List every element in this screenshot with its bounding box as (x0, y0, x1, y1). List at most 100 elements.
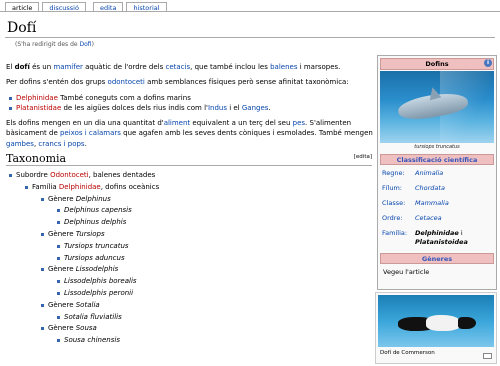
link-platanistidae[interactable]: Platanistidae (16, 104, 61, 112)
taxonomy-row: Lissodelphis borealis (6, 276, 366, 288)
bullet-icon (57, 256, 60, 260)
link-odontoceti[interactable]: odontoceti (108, 78, 145, 86)
taxonomy-row: Subordre Odontoceti, balenes dentades (6, 170, 366, 182)
taxonomy-row: Família Delphinidae, dofins oceànics (6, 182, 366, 194)
link-cetacis[interactable]: cetacis (166, 63, 191, 71)
taxon-link[interactable]: Odontoceti (50, 171, 89, 179)
tab-discussion[interactable]: discussió (42, 2, 86, 12)
row-label[interactable]: Classe: (382, 199, 405, 207)
taxon-name: Lissodelphis (75, 265, 119, 274)
row-value: Delphinidae i Platanistoidea (415, 229, 468, 246)
taxonomy-text: Delphinus delphis (64, 217, 126, 228)
taxonomy-text: Gènere Lissodelphis (48, 265, 119, 274)
link-pes[interactable]: pes (293, 119, 305, 127)
bullet-icon (25, 185, 28, 189)
info-icon[interactable]: i (484, 59, 492, 67)
genera-text: Vegeu l'article (383, 268, 430, 276)
tab-edit[interactable]: edita (92, 2, 124, 12)
row-label[interactable]: Família: (382, 229, 407, 237)
magnify-icon[interactable] (483, 353, 492, 359)
taxon-name: Sotalia fluviatilis (64, 312, 122, 321)
content-area: Dofí (S'ha redirigit des de Dofi) (5, 12, 500, 48)
redirect-link[interactable]: Dofi (80, 41, 92, 48)
link-gambes[interactable]: gambes (6, 140, 34, 148)
infobox-row-familia: Família: Delphinidae i Platanistoidea (378, 225, 496, 251)
link-peixos-calamars[interactable]: peixos i calamars (60, 129, 121, 137)
taxon-name: Delphinus delphis (64, 218, 127, 227)
row-label[interactable]: Ordre: (382, 214, 403, 222)
link-indus[interactable]: Indus (208, 104, 227, 112)
infobox-title: Dofins (380, 58, 494, 70)
link-crancs-pops[interactable]: crancs i pops (38, 140, 84, 148)
taxonomy-row: Gènere Sotalia (6, 300, 366, 312)
taxonomy-row: Delphinus capensis (6, 205, 366, 217)
taxonomy-row: Delphinus delphis (6, 217, 366, 229)
taxonomy-row: Tursiops aduncus (6, 253, 366, 265)
taxon-name: Lissodelphis peronii (64, 288, 134, 297)
bullet-icon (57, 209, 60, 213)
taxonomy-row: Sotalia fluviatilis (6, 312, 366, 324)
link-balenes[interactable]: balenes (270, 63, 297, 71)
link-ganges[interactable]: Ganges (242, 104, 269, 112)
taxon-name: Sousa chinensis (64, 336, 120, 345)
bullet-icon (57, 280, 60, 284)
bullet-icon (41, 327, 44, 331)
infobox-row-classe: Classe: Mammalia (378, 195, 496, 210)
redirect-note: (S'ha redirigit des de Dofi) (15, 41, 500, 48)
taxon-name: Lissodelphis borealis (64, 277, 137, 286)
link-mamifer[interactable]: mamífer (53, 63, 83, 71)
taxonomy-text: Lissodelphis borealis (64, 276, 137, 287)
photo-caption: tursiops truncatus (414, 144, 460, 150)
row-value[interactable]: Chordata (415, 184, 445, 192)
taxonomy-text: Lissodelphis peronii (64, 288, 133, 299)
porpoise-body-shape (426, 315, 462, 331)
taxonomy-row: Tursiops truncatus (6, 241, 366, 253)
row-value[interactable]: Mammalia (415, 199, 449, 207)
link-delphinidae[interactable]: Delphinidae (16, 94, 58, 102)
tab-article[interactable]: article (5, 2, 40, 12)
row-value[interactable]: Animalia (415, 169, 443, 177)
row-label[interactable]: Regne: (382, 169, 405, 177)
taxonomy-text: Tursiops aduncus (64, 253, 125, 264)
taxonomy-text: Família Delphinidae, dofins oceànics (32, 182, 160, 191)
article-body: El dofí és un mamífer aquàtic de l'ordre… (6, 62, 374, 154)
bullet-icon (57, 244, 60, 248)
dolphin-photo[interactable] (380, 71, 494, 143)
bullet-icon (57, 339, 60, 343)
intro-paragraph-2: Per dofins s'entén dos grups odontoceti … (6, 78, 349, 87)
title-divider (5, 37, 495, 38)
classification-heading[interactable]: Classificació científica (380, 154, 494, 165)
infobox-row-filum: Fílum: Chordata (378, 180, 496, 195)
taxon-name: Delphinus capensis (64, 206, 132, 215)
bullet-icon (9, 174, 12, 177)
link-aliment[interactable]: aliment (164, 119, 191, 127)
taxonomy-text: Delphinus capensis (64, 205, 132, 216)
infobox: Dofins i tursiops truncatus Classificaci… (377, 55, 497, 290)
redirect-prefix: (S'ha redirigit des de (15, 41, 80, 48)
infobox-row-regne: Regne: Animalia (378, 165, 496, 180)
thumbnail-frame: Dofí de Commerson (375, 292, 497, 364)
bullet-icon (41, 268, 44, 272)
genera-heading: Gèneres (380, 253, 494, 264)
taxon-name: Sotalia (75, 300, 100, 309)
taxonomy-text: Gènere Sotalia (48, 300, 100, 309)
taxonomy-row: Lissodelphis peronii (6, 288, 366, 300)
dolphin-groups-list: Delphinidae També coneguts com a dofins … (6, 93, 374, 114)
taxonomy-text: Gènere Delphinus (48, 194, 111, 203)
bullet-icon (41, 232, 44, 236)
row-value[interactable]: Cetacea (415, 214, 442, 222)
tab-history[interactable]: historial (126, 2, 167, 12)
taxon-name: Tursiops (75, 229, 105, 238)
taxon-link[interactable]: Delphinidae (59, 183, 101, 191)
section-edit-link[interactable]: [edita] (354, 154, 372, 160)
taxonomy-text: Sotalia fluviatilis (64, 312, 122, 323)
taxonomy-text: Gènere Tursiops (48, 229, 105, 238)
bullet-icon (41, 303, 44, 307)
row-label[interactable]: Fílum: (382, 184, 402, 192)
taxon-name: Delphinus (75, 194, 111, 203)
taxonomy-text: Gènere Sousa (48, 324, 97, 333)
commerson-dolphin-photo[interactable] (378, 295, 494, 347)
section-title-text: Taxonomia (6, 152, 67, 165)
list-item: Platanistidae de les aigües dolces dels … (6, 103, 374, 113)
taxon-name: Tursiops aduncus (64, 253, 125, 262)
